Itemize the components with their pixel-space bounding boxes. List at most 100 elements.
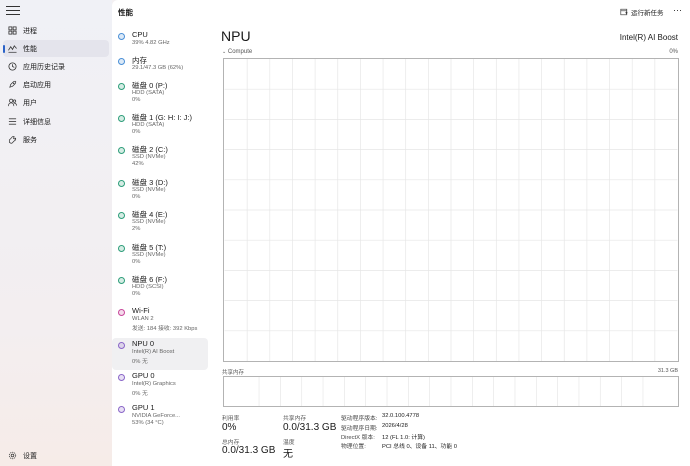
device-subtitle: 29.1/47.3 GB (62%) xyxy=(132,65,184,71)
device-item[interactable]: Wi-Fi WLAN 2 发送: 184 接收: 392 Kbps xyxy=(112,305,208,337)
device-name: CPU xyxy=(132,30,148,39)
compute-graph xyxy=(223,58,679,362)
physical-location-key: 物理位置: xyxy=(341,444,366,450)
device-item[interactable]: GPU 0 Intel(R) Graphics 0% 无 xyxy=(112,370,208,402)
nav-item-label: 应用历史记录 xyxy=(23,63,65,71)
device-item[interactable]: 磁盘 0 (P:) HDD (SATA) 0% xyxy=(112,79,208,111)
device-indicator-icon xyxy=(118,277,125,284)
gear-icon xyxy=(8,451,17,460)
nav-item-users[interactable]: 用户 xyxy=(3,94,109,111)
device-item[interactable]: 磁盘 3 (D:) SSD (NVMe) 0% xyxy=(112,176,208,208)
more-options-button[interactable]: ··· xyxy=(673,5,682,15)
memory-graph-max: 31.3 GB xyxy=(657,368,678,374)
directx-version-value: 12 (FL 1.0: 计算) xyxy=(382,435,425,441)
device-usage: 2% xyxy=(132,226,141,232)
device-item[interactable]: 磁盘 1 (G: H: I: J:) HDD (SATA) 0% xyxy=(112,111,208,143)
device-subtitle: WLAN 2 xyxy=(132,316,154,322)
performance-icon xyxy=(8,45,17,53)
device-usage: 0% xyxy=(132,97,141,103)
graph-label-text: Compute xyxy=(227,49,253,55)
driver-version-key: 驱动程序版本: xyxy=(341,416,378,422)
device-indicator-icon xyxy=(118,374,125,381)
device-indicator-icon xyxy=(118,115,125,122)
device-usage: 42% xyxy=(132,161,144,167)
nav-item-label: 设置 xyxy=(23,452,37,460)
device-usage: 发送: 184 接收: 392 Kbps xyxy=(132,326,198,332)
device-indicator-icon xyxy=(118,180,125,187)
device-indicator-icon xyxy=(118,212,125,219)
nav-item-performance[interactable]: 性能 xyxy=(3,40,109,57)
device-subtitle: HDD (SATA) xyxy=(132,90,165,96)
chevron-down-icon: ⌄ xyxy=(222,49,227,55)
device-usage: 0% 无 xyxy=(132,359,148,365)
device-subtitle: SSD (NVMe) xyxy=(132,187,166,193)
device-item[interactable]: 磁盘 6 (F:) HDD (SCSI) 0% xyxy=(112,273,208,305)
device-model: Intel(R) AI Boost xyxy=(619,33,678,42)
device-usage: 0% xyxy=(132,194,141,200)
device-name: NPU 0 xyxy=(132,339,155,348)
run-new-task-button[interactable]: 运行新任务 xyxy=(620,7,664,17)
nav-item-label: 启动应用 xyxy=(23,81,51,89)
nav-item-services[interactable]: 服务 xyxy=(3,131,109,148)
device-item[interactable]: GPU 1 NVIDIA GeForce... 53% (34 °C) xyxy=(112,402,208,434)
device-title: NPU xyxy=(221,28,251,44)
device-indicator-icon xyxy=(118,406,125,413)
details-icon xyxy=(8,118,17,125)
device-indicator-icon xyxy=(118,58,125,65)
shared-memory-graph xyxy=(223,376,679,407)
device-subtitle: NVIDIA GeForce... xyxy=(132,413,180,419)
device-subtitle: HDD (SCSI) xyxy=(132,284,164,290)
directx-version-key: DirectX 版本: xyxy=(341,435,375,441)
device-indicator-icon xyxy=(118,83,125,90)
device-usage: 0% xyxy=(132,129,141,135)
nav-item-label: 用户 xyxy=(23,99,37,107)
device-subtitle: SSD (NVMe) xyxy=(132,252,166,258)
physical-location-value: PCI 总线 0、设备 11、功能 0 xyxy=(382,444,457,450)
graph-max: 0% xyxy=(669,49,678,55)
device-subtitle: Intel(R) AI Boost xyxy=(132,349,175,355)
device-usage: 0% xyxy=(132,259,141,265)
nav-item-settings[interactable]: 设置 xyxy=(3,447,109,464)
device-subtitle: SSD (NVMe) xyxy=(132,219,166,225)
nav-item-app-history[interactable]: 应用历史记录 xyxy=(3,58,109,75)
device-indicator-icon xyxy=(118,147,125,154)
temp-value: 无 xyxy=(283,449,293,460)
graph-label[interactable]: ⌄ Compute xyxy=(222,49,252,55)
util-label: 利用率 xyxy=(222,416,240,422)
total-mem-value: 0.0/31.3 GB xyxy=(222,445,276,456)
startup-apps-icon xyxy=(9,80,17,88)
run-task-label: 运行新任务 xyxy=(631,10,664,17)
page-title: 性能 xyxy=(118,8,133,17)
device-indicator-icon xyxy=(118,309,125,316)
driver-date-value: 2026/4/28 xyxy=(382,423,408,429)
memory-graph-label: 共享内存 xyxy=(222,370,245,376)
device-indicator-icon xyxy=(118,342,125,349)
device-indicator-icon xyxy=(118,33,125,40)
driver-version-value: 32.0.100.4778 xyxy=(382,413,420,419)
device-name: GPU 1 xyxy=(132,403,155,412)
device-item[interactable]: 磁盘 2 (C:) SSD (NVMe) 42% xyxy=(112,143,208,175)
nav-pane: 进程 性能 应用历史记录 启动应用 用户 详细信息 服务 设置 xyxy=(0,0,112,466)
nav-item-processes[interactable]: 进程 xyxy=(3,22,109,39)
main-panel: 性能 运行新任务 ··· CPU 39% 4.82 GHz 内存 29.1/47.3 … xyxy=(112,0,690,466)
processes-icon xyxy=(8,26,17,35)
device-subtitle: 39% 4.82 GHz xyxy=(132,40,170,46)
hamburger-menu-icon[interactable] xyxy=(6,6,20,16)
services-icon xyxy=(8,136,17,144)
device-usage: 0% xyxy=(132,291,141,297)
device-usage: 53% (34 °C) xyxy=(132,420,164,426)
device-item[interactable]: 磁盘 5 (T:) SSD (NVMe) 0% xyxy=(112,241,208,273)
nav-item-label: 性能 xyxy=(23,45,37,53)
run-task-icon xyxy=(620,8,628,16)
nav-item-details[interactable]: 详细信息 xyxy=(3,113,109,130)
shared-mem-label: 共享内存 xyxy=(283,416,307,422)
util-value: 0% xyxy=(222,422,237,433)
device-name: Wi-Fi xyxy=(132,306,150,315)
device-subtitle: Intel(R) Graphics xyxy=(132,381,176,387)
device-usage: 0% 无 xyxy=(132,391,148,397)
nav-item-startup-apps[interactable]: 启动应用 xyxy=(3,76,109,93)
app-history-icon xyxy=(8,62,17,71)
device-name: GPU 0 xyxy=(132,371,155,380)
device-item[interactable]: NPU 0 Intel(R) AI Boost 0% 无 xyxy=(112,338,208,370)
device-item[interactable]: 磁盘 4 (E:) SSD (NVMe) 2% xyxy=(112,208,208,240)
